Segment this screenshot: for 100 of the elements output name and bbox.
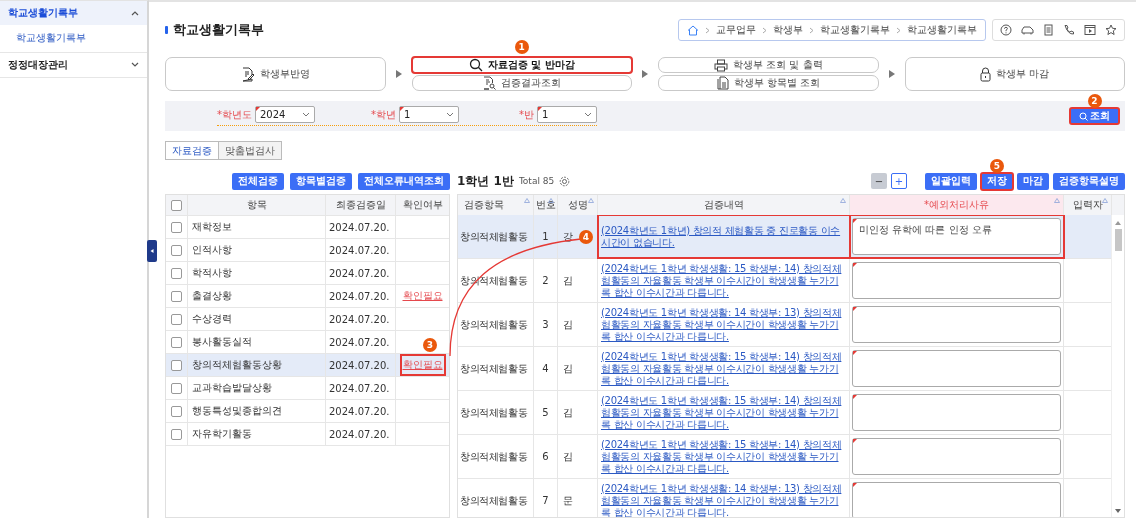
table-row[interactable]: 인적사항 2024.07.20. (166, 239, 449, 262)
checkbox[interactable] (171, 336, 182, 348)
breadcrumb-item[interactable]: 학교생활기록부 (820, 23, 890, 37)
sidebar-item[interactable]: 학교생활기록부 (0, 1, 147, 25)
table-row[interactable]: 창의적체험활동 3 김 (2024학년도 1학년 학생생활: 14 학생부: 13) 창의적체험활동의 자율활동 학생부 이수시간이 학생생활 누가기록 합산 이수시간과 다릅니다. (458, 303, 1111, 347)
table-cell: 창의적체험활동 (458, 303, 534, 346)
zoom-out-button[interactable]: − (871, 173, 887, 189)
breadcrumb-item[interactable]: 교무업무 (716, 23, 756, 37)
sort-icon[interactable] (548, 198, 554, 203)
table-cell: 4 (534, 347, 558, 390)
chevron-icon (762, 26, 767, 34)
table-cell: 문 (563, 493, 573, 508)
sort-icon[interactable] (524, 198, 530, 203)
checkbox[interactable] (171, 290, 182, 302)
workflow-button[interactable]: 학생부반영 (165, 57, 386, 91)
breadcrumb-item[interactable]: 학생부 (773, 23, 803, 37)
select-field[interactable]: 1 (399, 106, 459, 123)
sort-icon[interactable] (588, 198, 594, 203)
workflow-button[interactable]: 학생부 마감 (904, 57, 1125, 91)
reason-input[interactable] (852, 438, 1061, 475)
table-row[interactable]: 창의적체험활동 4 김 (2024학년도 1학년 학생생활: 15 학생부: 14) 창의적체험활동의 자율활동 학생부 이수시간이 학생생활 누가기록 합산 이수시간과 다릅니다. (458, 347, 1111, 391)
scroll-thumb[interactable] (1114, 229, 1122, 251)
checkbox[interactable] (171, 267, 182, 279)
action-button[interactable]: 전체검증 (232, 172, 284, 190)
table-row[interactable]: 출결상황 2024.07.20. 확인필요 (166, 285, 449, 308)
home-icon[interactable] (687, 24, 699, 36)
table-row[interactable]: 창의적체험활동상황 2024.07.20. 확인필요 (166, 354, 449, 377)
table-cell: 인적사항 (188, 239, 326, 261)
scrollbar[interactable] (1111, 215, 1124, 517)
checkbox[interactable] (171, 221, 182, 233)
sort-icon[interactable] (840, 198, 846, 203)
phone-icon[interactable] (1063, 24, 1075, 36)
action-button[interactable]: 일괄입력 (925, 172, 977, 190)
checkbox[interactable] (171, 244, 182, 256)
arrow-icon (395, 70, 402, 78)
reason-input[interactable]: 미인정 유학에 따른 인정 오류 (852, 218, 1061, 255)
table-row[interactable]: 자유학기활동 2024.07.20. (166, 423, 449, 446)
chevron-icon (809, 26, 814, 34)
reason-input[interactable] (852, 350, 1061, 387)
document-edit-icon (240, 66, 255, 82)
reason-input[interactable] (852, 482, 1061, 517)
zoom-in-button[interactable]: + (891, 173, 907, 189)
action-button[interactable]: 검증항목설명 (1053, 172, 1125, 190)
column-header: 항목 (188, 195, 326, 215)
table-cell: 학적사항 (188, 262, 326, 284)
table-cell: 김 (563, 449, 573, 464)
status-link[interactable]: 확인필요 (400, 286, 445, 306)
document-icon[interactable] (1043, 24, 1054, 36)
action-button[interactable]: 마감 (1017, 172, 1049, 190)
settings-icon[interactable] (559, 175, 571, 187)
table-cell: 5 (534, 391, 558, 434)
tab[interactable]: 자료검증 (165, 141, 219, 160)
table-row[interactable]: 학적사항 2024.07.20. (166, 262, 449, 285)
checkbox[interactable] (171, 313, 182, 325)
annotation-badge: 3 (423, 338, 437, 352)
workflow-button[interactable]: 학생부 조회 및 출력 (658, 57, 879, 73)
table-cell: 창의적체험활동 (458, 435, 534, 478)
annotation-badge: 1 (514, 40, 529, 54)
search-button[interactable]: 조회 (1070, 108, 1119, 124)
arrow-icon (642, 70, 648, 78)
star-icon[interactable] (1105, 24, 1117, 36)
reason-input[interactable] (852, 262, 1061, 299)
tab[interactable]: 맞춤법검사 (219, 141, 282, 160)
checkbox[interactable] (171, 428, 182, 440)
checkbox[interactable] (171, 199, 182, 211)
reason-input[interactable] (852, 394, 1061, 431)
table-row[interactable]: 창의적체험활동 6 김 (2024학년도 1학년 학생생활: 15 학생부: 14) 창의적체험활동의 자율활동 학생부 이수시간이 학생생활 누가기록 합산 이수시간과 다릅니다. (458, 435, 1111, 479)
checkbox[interactable] (171, 405, 182, 417)
scroll-down-icon[interactable] (1115, 509, 1121, 513)
workflow-button[interactable]: 학생부 항목별 조회 (658, 75, 879, 91)
column-header: 확인여부 (401, 198, 444, 212)
lock-icon (980, 66, 992, 82)
table-row[interactable]: 행동특성및종합의견 2024.07.20. (166, 400, 449, 423)
select-field[interactable]: 2024 (255, 106, 315, 123)
table-row[interactable]: 교과학습발달상황 2024.07.20. (166, 377, 449, 400)
action-button[interactable]: 저장 (981, 172, 1013, 190)
detail-link[interactable]: (2024학년도 1학년) 창의적 체험활동 중 진로활동 이수시간이 없습니다. (601, 224, 846, 249)
sidebar-toggle-icon[interactable] (147, 240, 157, 262)
sort-icon[interactable] (1102, 198, 1108, 203)
video-icon[interactable] (1084, 24, 1096, 36)
action-button[interactable]: 전체오류내역조회 (358, 172, 450, 190)
checkbox[interactable] (171, 382, 182, 394)
title-marker (165, 26, 168, 34)
car-icon[interactable] (1021, 24, 1034, 36)
table-row[interactable]: 창의적체험활동 5 김 (2024학년도 1학년 학생생활: 15 학생부: 14) 창의적체험활동의 자율활동 학생부 이수시간이 학생생활 누가기록 합산 이수시간과 다릅니다. (458, 391, 1111, 435)
select-field[interactable]: 1 (537, 106, 597, 123)
breadcrumb-item[interactable]: 학교생활기록부 (907, 23, 977, 37)
action-button[interactable]: 항목별검증 (290, 172, 352, 190)
table-cell: 출결상황 (188, 285, 326, 307)
table-row[interactable]: 창의적체험활동 7 문 (2024학년도 1학년 학생생활: 14 학생부: 13) 창의적체험활동의 자율활동 학생부 이수시간이 학생생활 누가기록 합산 이수시간과 다릅니다. (458, 479, 1111, 517)
sidebar-subitem[interactable]: 학교생활기록부 (0, 25, 147, 53)
scroll-up-icon[interactable] (1115, 221, 1121, 225)
checkbox[interactable] (171, 359, 182, 371)
sidebar-item[interactable]: 정정대장관리 (0, 53, 147, 78)
workflow-button[interactable]: 검증결과조회 (411, 75, 632, 91)
table-row[interactable]: 수상경력 2024.07.20. (166, 308, 449, 331)
reason-input[interactable] (852, 306, 1061, 343)
help-icon[interactable] (1000, 24, 1012, 36)
workflow-button[interactable]: 자료검증 및 반마감 (411, 57, 632, 73)
table-row[interactable]: 재학정보 2024.07.20. (166, 216, 449, 239)
